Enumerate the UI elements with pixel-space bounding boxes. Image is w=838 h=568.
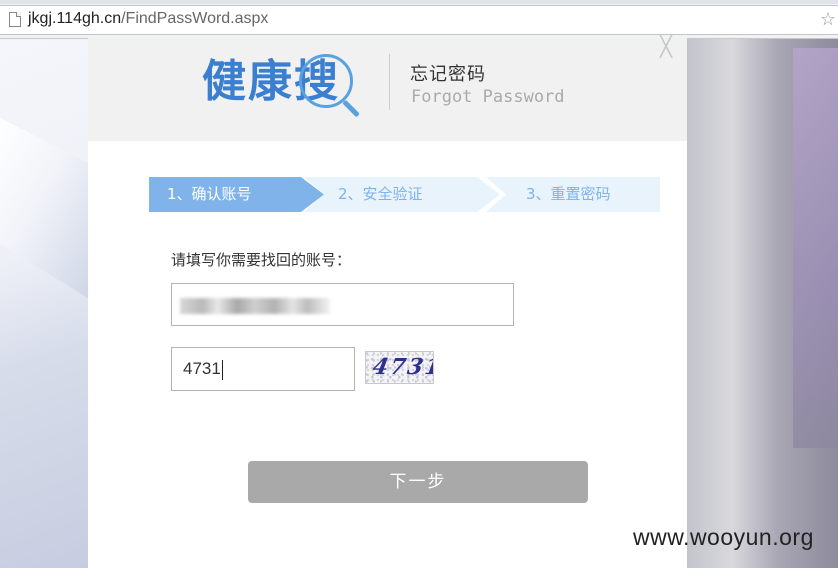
watermark: www.wooyun.org	[633, 524, 814, 550]
dialog-header: ╳ 健康搜 忘记密码 Forgot Password	[88, 36, 687, 141]
account-prompt: 请填写你需要找回的账号：	[171, 251, 352, 269]
background-accent	[793, 48, 838, 448]
page-icon	[9, 12, 21, 27]
captcha-input-value: 4731	[183, 359, 221, 378]
step-reset-password: 3、重置密码	[486, 177, 660, 212]
account-value-redacted	[180, 298, 330, 314]
url-domain: jkgj.114gh.cn	[28, 10, 122, 27]
browser-tab-strip	[0, 0, 838, 4]
background-left	[0, 38, 88, 568]
browser-address-bar: jkgj.114gh.cn/FindPassWord.aspx ☆	[0, 0, 838, 39]
header-divider	[389, 54, 390, 110]
page-subtitle: Forgot Password	[411, 87, 565, 107]
account-input[interactable]	[171, 283, 514, 326]
magnifier-icon	[299, 54, 353, 108]
captcha-image[interactable]: 4731	[365, 351, 434, 384]
url-path: /FindPassWord.aspx	[121, 10, 269, 27]
background-shape	[0, 118, 88, 298]
star-icon[interactable]: ☆	[820, 9, 836, 30]
captcha-input[interactable]: 4731	[171, 347, 355, 391]
captcha-image-text: 4731	[370, 354, 434, 380]
step-progress: 1、确认账号 2、安全验证 3、重置密码	[149, 177, 660, 212]
next-step-button[interactable]: 下一步	[248, 461, 588, 503]
step-security-verify: 2、安全验证	[304, 177, 500, 212]
page-title: 忘记密码	[410, 64, 486, 85]
site-logo: 健康搜	[202, 54, 353, 110]
text-caret	[221, 359, 223, 380]
step-confirm-account: 1、确认账号	[149, 177, 324, 212]
url-field[interactable]: jkgj.114gh.cn/FindPassWord.aspx ☆	[0, 5, 838, 35]
forgot-password-dialog: ╳ 健康搜 忘记密码 Forgot Password 1、确认账号 2、安全验证…	[88, 36, 687, 568]
close-icon[interactable]: ╳	[656, 36, 676, 56]
background-right	[687, 38, 838, 568]
url-text[interactable]: jkgj.114gh.cn/FindPassWord.aspx	[28, 9, 268, 29]
